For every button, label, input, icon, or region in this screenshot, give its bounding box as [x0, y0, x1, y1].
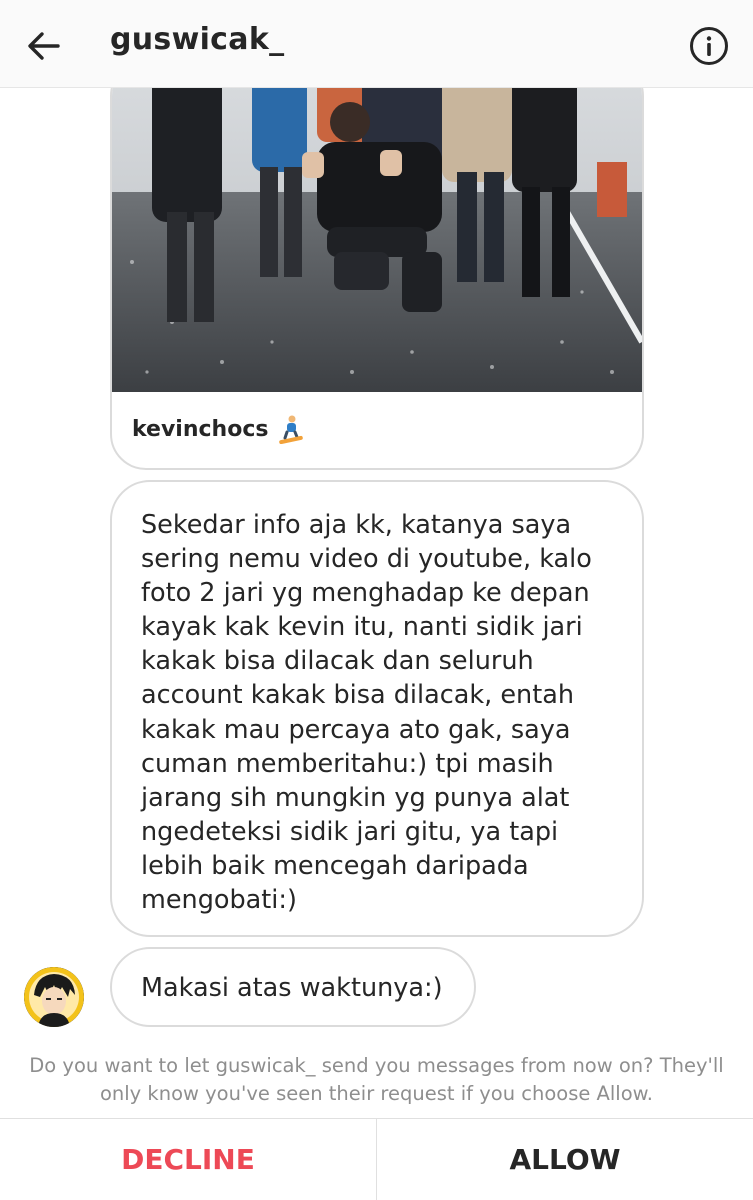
arrow-left-icon[interactable] [22, 24, 66, 68]
post-author[interactable]: kevinchocs [132, 417, 268, 442]
message-request-prompt: Do you want to let guswicak_ send you me… [29, 1054, 724, 1105]
post-photo[interactable] [112, 62, 642, 392]
decline-button[interactable]: DECLINE [0, 1119, 377, 1200]
request-actions: DECLINE ALLOW [0, 1118, 753, 1200]
message-bubble[interactable]: Makasi atas waktunya:) [110, 947, 476, 1027]
shared-post-card[interactable]: kevinchocs [110, 60, 644, 470]
info-circle-icon[interactable] [688, 25, 730, 67]
message-bubble[interactable]: Sekedar info aja kk, katanya saya sering… [110, 480, 644, 937]
chat-header: guswicak_ [0, 0, 753, 88]
avatar[interactable] [24, 967, 84, 1027]
avatar-image [24, 967, 84, 1027]
snowboarder-icon [279, 415, 304, 444]
post-caption[interactable]: kevinchocs [132, 414, 306, 444]
conversation-username[interactable]: guswicak_ [110, 22, 284, 57]
allow-button[interactable]: ALLOW [377, 1119, 753, 1200]
